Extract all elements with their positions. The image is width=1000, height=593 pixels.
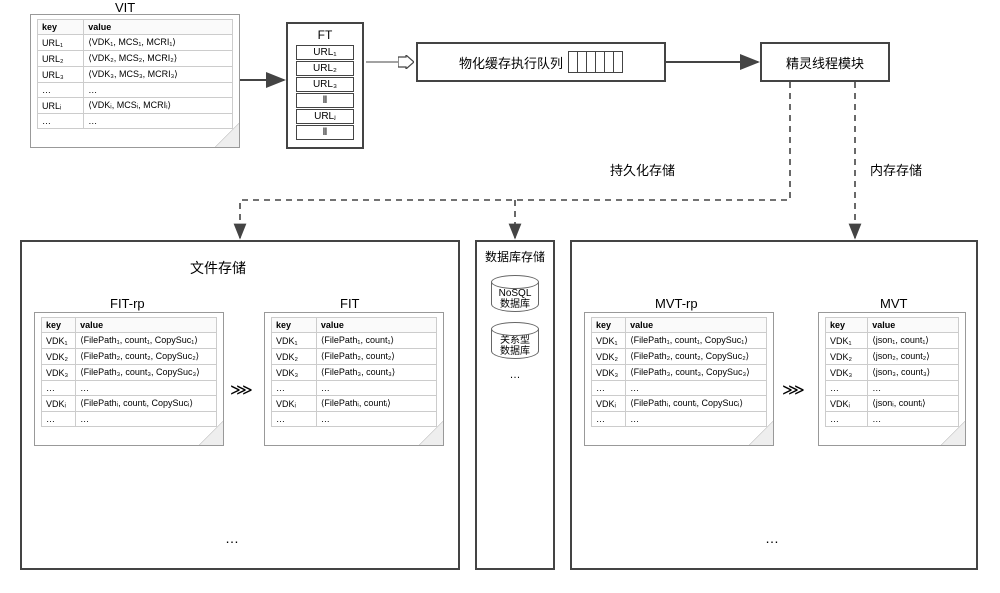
fit-title: FIT	[340, 296, 360, 311]
db-storage-title: 数据库存储	[477, 248, 553, 265]
vit-title: VIT	[115, 0, 135, 15]
ft-item: URLⱼ	[296, 109, 354, 124]
fitrp-title: FIT-rp	[110, 296, 145, 311]
transform-arrow-icon: ⋙	[230, 380, 255, 400]
db-nosql: NoSQL 数据库	[477, 275, 553, 312]
ft-item: Ⅱ	[296, 125, 354, 140]
fit-sheet: keyvalue VDK₁⟨FilePath₁, count₁⟩ VDK₂⟨Fi…	[264, 312, 444, 446]
file-storage-ellipsis: …	[225, 530, 241, 546]
mem-storage-ellipsis: …	[765, 530, 781, 546]
ft-item: URL₂	[296, 61, 354, 76]
memory-storage-label: 内存存储	[870, 160, 922, 179]
ft-title: FT	[296, 28, 354, 42]
vit-sheet: keyvalue URL₁⟨VDK₁, MCS₁, MCRI₁⟩ URL₂⟨VD…	[30, 14, 240, 148]
ft-box: FT URL₁ URL₂ URL₃ Ⅱ URLⱼ Ⅱ	[286, 22, 364, 149]
mvtrp-sheet: keyvalue VDK₁⟨FilePath₁, count₁, CopySuc…	[584, 312, 774, 446]
fitrp-sheet: keyvalue VDK₁⟨FilePath₁, count₁, CopySuc…	[34, 312, 224, 446]
ft-item: URL₃	[296, 77, 354, 92]
mvtrp-title: MVT-rp	[655, 296, 698, 311]
ft-item: URL₁	[296, 45, 354, 60]
queue-label: 物化缓存执行队列	[459, 53, 563, 72]
sprite-label: 精灵线程模块	[786, 53, 864, 72]
mvt-sheet: keyvalue VDK₁⟨json₁, count₁⟩ VDK₂⟨json₂,…	[818, 312, 966, 446]
transform-arrow-icon: ⋙	[782, 380, 807, 400]
queue-module: 物化缓存执行队列	[416, 42, 666, 82]
vit-table: keyvalue URL₁⟨VDK₁, MCS₁, MCRI₁⟩ URL₂⟨VD…	[37, 19, 233, 129]
file-storage-title: 文件存储	[190, 258, 246, 278]
db-relational: 关系型 数据库	[477, 322, 553, 359]
db-ellipsis: …	[477, 369, 553, 381]
mvt-title: MVT	[880, 296, 907, 311]
queue-cells-icon	[569, 51, 623, 73]
persist-storage-label: 持久化存储	[610, 160, 675, 179]
ft-item: Ⅱ	[296, 93, 354, 108]
sprite-module: 精灵线程模块	[760, 42, 890, 82]
db-storage-panel: 数据库存储 NoSQL 数据库 关系型 数据库 …	[475, 240, 555, 570]
